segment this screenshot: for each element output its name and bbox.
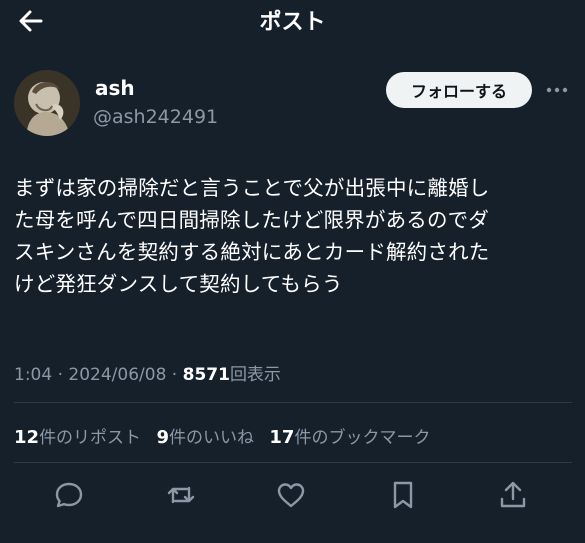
like-icon	[277, 483, 305, 508]
like-stat[interactable]: 9件のいいね	[156, 427, 254, 448]
repost-icon	[167, 486, 195, 504]
meta-separator: ·	[166, 365, 183, 385]
tweet-text-line: まずは家の掃除だと言うことで父が出張中に離婚し	[14, 176, 490, 200]
meta-separator: ·	[52, 365, 69, 385]
like-label: 件のいいね	[169, 428, 254, 448]
repost-count: 12	[14, 427, 40, 448]
tweet-time[interactable]: 1:04	[14, 365, 52, 385]
tweet-date[interactable]: 2024/06/08	[68, 365, 166, 385]
repost-stat[interactable]: 12件のリポスト	[14, 427, 142, 448]
reply-button[interactable]	[52, 478, 86, 512]
tweet-text: まずは家の掃除だと言うことで父が出張中に離婚し た母を呼んで四日間掃除したけど限…	[14, 172, 576, 300]
bookmark-label: 件のブックマーク	[294, 428, 431, 448]
repost-button[interactable]	[164, 478, 198, 512]
avatar[interactable]	[14, 70, 80, 136]
divider	[14, 402, 572, 403]
header: ポスト	[0, 0, 585, 44]
share-icon	[500, 481, 526, 508]
engagement-stats: 12件のリポスト 9件のいいね 17件のブックマーク	[14, 423, 440, 448]
like-button[interactable]	[274, 478, 308, 512]
follow-button[interactable]: フォローする	[386, 72, 532, 108]
reply-icon	[55, 482, 83, 508]
page-title: ポスト	[259, 10, 326, 35]
view-label: 回表示	[229, 365, 281, 385]
avatar-image	[14, 70, 80, 136]
divider	[14, 462, 572, 463]
bookmark-button[interactable]	[386, 478, 420, 512]
tweet-meta: 1:04 · 2024/06/08 · 8571回表示	[14, 360, 281, 385]
like-count: 9	[156, 427, 169, 448]
user-handle[interactable]: @ash242491	[93, 106, 218, 128]
tweet-text-line: た母を呼んで四日間掃除したけど限界があるのでダ	[14, 208, 490, 232]
post-detail-page: ポスト ash @ash242491 フォローする まずは家の掃除だと言うことで…	[0, 0, 585, 543]
tweet-text-line: スキンさんを契約する絶対にあとカード解約された	[14, 240, 490, 264]
bookmark-count: 17	[269, 427, 295, 448]
more-horizontal-icon	[546, 87, 568, 93]
repost-label: 件のリポスト	[39, 428, 142, 448]
display-name[interactable]: ash	[95, 76, 135, 100]
tweet-text-line: けど発狂ダンスして契約してもらう	[14, 272, 343, 296]
bookmark-stat[interactable]: 17件のブックマーク	[269, 427, 431, 448]
more-button[interactable]	[544, 80, 570, 100]
bookmark-icon	[393, 481, 413, 509]
view-count: 8571	[182, 365, 230, 385]
share-button[interactable]	[496, 478, 530, 512]
